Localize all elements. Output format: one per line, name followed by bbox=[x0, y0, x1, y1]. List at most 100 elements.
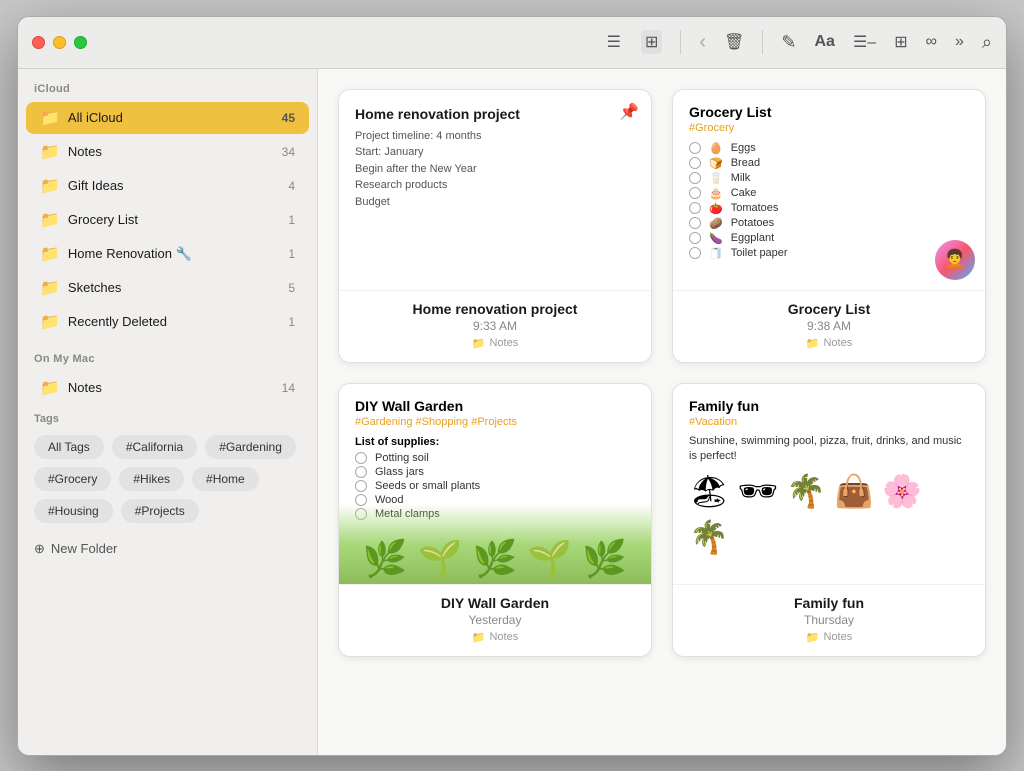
diy-item: Glass jars bbox=[355, 466, 635, 478]
folder-icon: 📁 bbox=[40, 312, 60, 332]
sidebar-item-label: Home Renovation 🔧 bbox=[68, 246, 280, 262]
search-icon[interactable]: ⌕ bbox=[982, 32, 992, 53]
sidebar-item-sketches[interactable]: 📁 Sketches 5 bbox=[26, 272, 309, 304]
diy-tags: #Gardening #Shopping #Projects bbox=[355, 416, 635, 428]
folder-small-icon: 📁 bbox=[806, 337, 820, 350]
table-icon[interactable]: ⊞ bbox=[894, 32, 907, 52]
note-preview: Grocery List #Grocery 🥚Eggs 🍞Bread 🥛Milk bbox=[673, 90, 985, 290]
sidebar-badge: 5 bbox=[288, 281, 295, 295]
grocery-tag: #Grocery bbox=[689, 122, 969, 134]
tag-housing[interactable]: #Housing bbox=[34, 499, 113, 523]
pin-icon: 📌 bbox=[619, 102, 639, 122]
note-folder: 📁 Notes bbox=[687, 337, 971, 350]
folder-label: Notes bbox=[823, 337, 852, 349]
new-folder-label: New Folder bbox=[51, 541, 117, 556]
note-folder: 📁 Notes bbox=[687, 631, 971, 644]
sidebar-item-label: All iCloud bbox=[68, 110, 274, 125]
sidebar-item-grocery-list[interactable]: 📁 Grocery List 1 bbox=[26, 204, 309, 236]
note-time: 9:33 AM bbox=[353, 319, 637, 333]
grocery-item: 🧻Toilet paper bbox=[689, 247, 969, 260]
delete-icon[interactable]: 🗑 bbox=[724, 32, 744, 52]
family-content: Family fun #Vacation Sunshine, swimming … bbox=[673, 384, 985, 571]
tag-home[interactable]: #Home bbox=[192, 467, 259, 491]
sidebar-badge: 1 bbox=[288, 247, 295, 261]
compose-icon[interactable]: ✎ bbox=[781, 32, 796, 53]
icloud-section-label: iCloud bbox=[18, 69, 317, 101]
family-tag: #Vacation bbox=[689, 416, 969, 428]
fullscreen-button[interactable] bbox=[74, 36, 87, 49]
diy-plants-illustration: 🌿 🌱 🌿 🌱 🌿 bbox=[339, 504, 651, 584]
sidebar-badge: 34 bbox=[282, 145, 295, 159]
sidebar-item-label: Gift Ideas bbox=[68, 178, 280, 193]
note-card-family-fun[interactable]: Family fun #Vacation Sunshine, swimming … bbox=[672, 383, 986, 657]
grocery-item: 🥔Potatoes bbox=[689, 217, 969, 230]
folder-icon: 📁 bbox=[40, 278, 60, 298]
sidebar-item-all-icloud[interactable]: 📁 All iCloud 45 bbox=[26, 102, 309, 134]
preview-text: Project timeline: 4 months Start: Januar… bbox=[355, 128, 635, 211]
sidebar-badge: 14 bbox=[282, 381, 295, 395]
tags-label: Tags bbox=[34, 413, 301, 425]
note-card-grocery-list[interactable]: Grocery List #Grocery 🥚Eggs 🍞Bread 🥛Milk bbox=[672, 89, 986, 363]
family-text: Sunshine, swimming pool, pizza, fruit, d… bbox=[689, 434, 969, 465]
family-title: Family fun bbox=[689, 398, 969, 414]
format-text-icon[interactable]: Aa bbox=[814, 33, 834, 51]
tag-hikes[interactable]: #Hikes bbox=[119, 467, 184, 491]
minimize-button[interactable] bbox=[53, 36, 66, 49]
tag-california[interactable]: #California bbox=[112, 435, 197, 459]
sticker: 🌴 bbox=[786, 472, 826, 510]
on-my-mac-label: On My Mac bbox=[18, 339, 317, 371]
tag-gardening[interactable]: #Gardening bbox=[205, 435, 296, 459]
grocery-item: 🥚Eggs bbox=[689, 142, 969, 155]
title-bar: ☰ ⊞ ‹ 🗑 ✎ Aa ☰– ⊞ ∞ » ⌕ bbox=[18, 17, 1006, 69]
note-preview: Family fun #Vacation Sunshine, swimming … bbox=[673, 384, 985, 584]
toolbar: ☰ ⊞ ‹ 🗑 ✎ Aa ☰– ⊞ ∞ » ⌕ bbox=[607, 30, 992, 54]
tag-grocery[interactable]: #Grocery bbox=[34, 467, 111, 491]
list-view-icon[interactable]: ☰ bbox=[607, 32, 621, 52]
note-title: Home renovation project bbox=[353, 301, 637, 317]
sidebar-item-mac-notes[interactable]: 📁 Notes 14 bbox=[26, 372, 309, 404]
note-title: DIY Wall Garden bbox=[353, 595, 637, 611]
sticker: 🌴 bbox=[689, 518, 729, 556]
folder-icon: 📁 bbox=[40, 142, 60, 162]
sidebar-item-recently-deleted[interactable]: 📁 Recently Deleted 1 bbox=[26, 306, 309, 338]
grid-view-icon[interactable]: ⊞ bbox=[641, 30, 662, 54]
tags-grid: All Tags #California #Gardening #Grocery… bbox=[34, 435, 301, 523]
notes-grid: Home renovation project Project timeline… bbox=[338, 89, 986, 657]
folder-icon: 📁 bbox=[40, 378, 60, 398]
checklist-icon[interactable]: ☰– bbox=[853, 32, 876, 52]
new-folder-button[interactable]: ⊕ New Folder bbox=[18, 531, 317, 567]
diy-item: Seeds or small plants bbox=[355, 480, 635, 492]
note-folder: 📁 Notes bbox=[353, 631, 637, 644]
sidebar-item-label: Notes bbox=[68, 144, 274, 159]
link-icon[interactable]: ∞ bbox=[926, 33, 937, 51]
close-button[interactable] bbox=[32, 36, 45, 49]
folder-small-icon: 📁 bbox=[472, 337, 486, 350]
avatar: 🧑‍🦱 bbox=[935, 240, 975, 280]
sidebar-item-notes[interactable]: 📁 Notes 34 bbox=[26, 136, 309, 168]
diy-subtitle: List of supplies: bbox=[355, 436, 635, 448]
diy-item: Potting soil bbox=[355, 452, 635, 464]
sidebar: iCloud 📁 All iCloud 45 📁 Notes 34 📁 Gift… bbox=[18, 69, 318, 755]
folder-icon: 📁 bbox=[40, 108, 60, 128]
grocery-item: 🥛Milk bbox=[689, 172, 969, 185]
grocery-title: Grocery List bbox=[689, 104, 969, 120]
sidebar-item-home-renovation[interactable]: 📁 Home Renovation 🔧 1 bbox=[26, 238, 309, 270]
note-card-diy-wall-garden[interactable]: DIY Wall Garden #Gardening #Shopping #Pr… bbox=[338, 383, 652, 657]
tag-all-tags[interactable]: All Tags bbox=[34, 435, 104, 459]
sticker: 🌸 bbox=[882, 472, 922, 510]
folder-label: Notes bbox=[823, 631, 852, 643]
note-card-home-renovation[interactable]: Home renovation project Project timeline… bbox=[338, 89, 652, 363]
main-content: iCloud 📁 All iCloud 45 📁 Notes 34 📁 Gift… bbox=[18, 69, 1006, 755]
grocery-item: 🎂Cake bbox=[689, 187, 969, 200]
sticker: 🕶 bbox=[738, 472, 779, 510]
tag-projects[interactable]: #Projects bbox=[121, 499, 199, 523]
more-icon[interactable]: » bbox=[955, 33, 964, 51]
back-icon[interactable]: ‹ bbox=[699, 31, 706, 54]
sidebar-badge: 45 bbox=[282, 111, 295, 125]
tags-section: Tags All Tags #California #Gardening #Gr… bbox=[18, 405, 317, 531]
sticker: 👜 bbox=[834, 472, 874, 510]
note-title: Grocery List bbox=[687, 301, 971, 317]
folder-icon: 📁 bbox=[40, 244, 60, 264]
sidebar-item-gift-ideas[interactable]: 📁 Gift Ideas 4 bbox=[26, 170, 309, 202]
toolbar-divider-1 bbox=[680, 30, 681, 54]
